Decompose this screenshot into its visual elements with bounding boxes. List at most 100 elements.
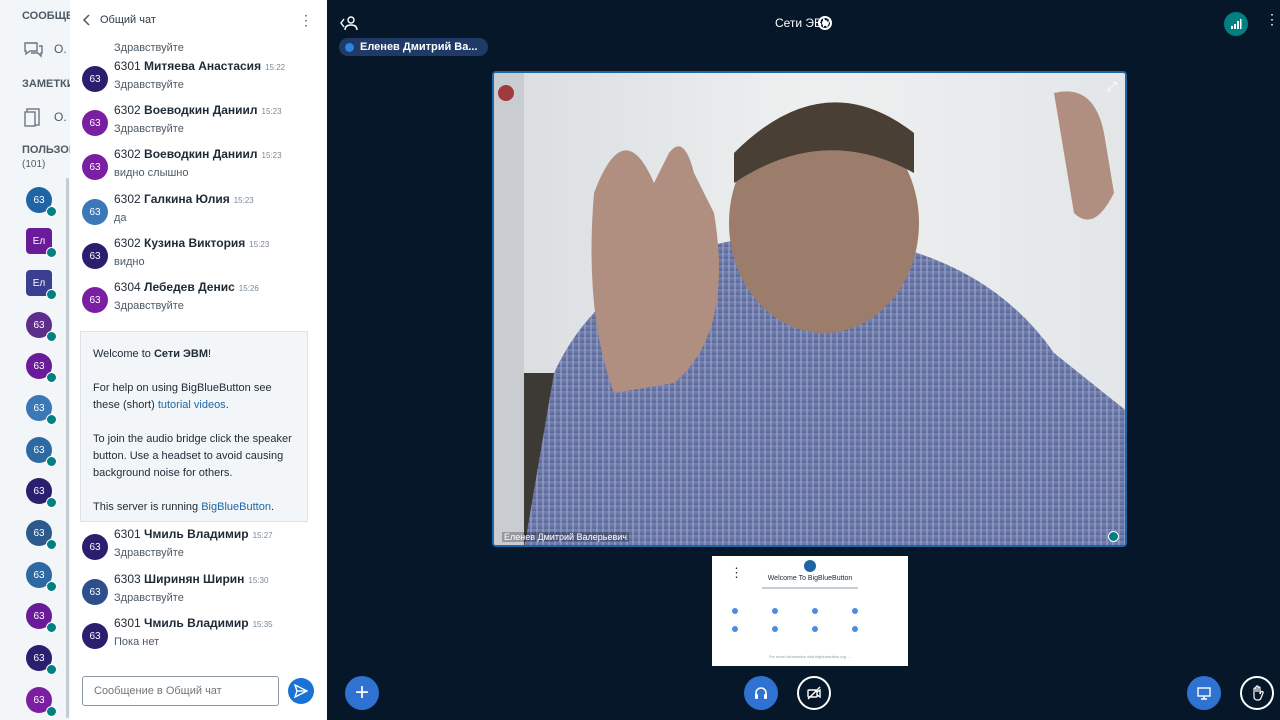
connection-status-button[interactable] <box>1224 12 1248 36</box>
chat-sender: 6302 Галкина Юлия 15:23 <box>114 192 254 206</box>
slide-feature-icon <box>812 608 818 614</box>
sender-name: Кузина Виктория <box>144 236 246 250</box>
chat-header: Общий чат ⋮ <box>70 0 327 40</box>
webcam-mic-icon <box>1108 531 1119 542</box>
public-chat-item[interactable]: О. <box>22 38 67 60</box>
send-message-button[interactable] <box>288 678 314 704</box>
shared-notes-label: О. <box>54 110 67 124</box>
webcam-button[interactable] <box>797 676 831 710</box>
sender-name: Чмиль Владимир <box>144 616 249 630</box>
slide-title: Welcome To BigBlueButton <box>767 575 853 582</box>
raise-hand-button[interactable] <box>1240 676 1274 710</box>
chat-sender: 6302 Воеводкин Даниил 15:23 <box>114 147 282 161</box>
chevron-left-icon[interactable] <box>82 14 92 26</box>
chat-avatar: 63 <box>82 287 108 313</box>
notes-header: ЗАМЕТКИ <box>22 78 70 90</box>
message-time: 15:22 <box>265 63 286 72</box>
shared-notes-item[interactable]: О. <box>22 106 67 128</box>
user-mic-icon <box>46 581 57 592</box>
messages-header: СООБЩЕН <box>22 10 70 22</box>
chat-title[interactable]: Общий чат <box>100 14 156 26</box>
user-avatar[interactable]: 63 <box>26 395 57 425</box>
bigbluebutton-link[interactable]: BigBlueButton <box>201 501 271 513</box>
options-menu-icon[interactable]: ⋮ <box>1265 12 1279 26</box>
hand-icon <box>1253 685 1264 701</box>
sender-group: 6301 <box>114 59 141 73</box>
webcam-video[interactable]: Еленев Дмитрий Валерьевич ⤢ <box>492 71 1127 547</box>
welcome-line-4: This server is running BigBlueButton. <box>93 499 295 516</box>
user-avatar[interactable]: 63 <box>26 187 57 217</box>
user-avatar[interactable]: 63 <box>26 603 57 633</box>
server-text: This server is running <box>93 501 202 513</box>
chat-avatar: 63 <box>82 579 108 605</box>
welcome-line-2: For help on using BigBlueButton see thes… <box>93 380 295 414</box>
chat-sender: 6301 Митяева Анастасия 15:22 <box>114 59 285 73</box>
audio-button[interactable] <box>744 676 778 710</box>
slide-subtitle-line <box>762 587 858 589</box>
welcome-suffix: ! <box>208 348 212 360</box>
record-indicator[interactable] <box>818 16 832 30</box>
chat-icon <box>24 42 43 58</box>
user-mic-icon <box>46 497 57 508</box>
chat-avatar: 63 <box>82 66 108 92</box>
fullscreen-icon[interactable]: ⤢ <box>1107 79 1117 95</box>
message-text: Здравствуйте <box>114 592 184 604</box>
plus-icon: + <box>354 679 369 706</box>
user-mic-icon <box>46 622 57 633</box>
message-time: 15:30 <box>248 576 269 585</box>
user-avatar[interactable]: 63 <box>26 520 57 550</box>
camera-off-icon <box>807 686 821 700</box>
chat-avatar: 63 <box>82 110 108 136</box>
welcome-message: Welcome to Сети ЭВМ! For help on using B… <box>80 331 308 522</box>
message-time: 15:23 <box>233 196 254 205</box>
user-mic-icon <box>46 414 57 425</box>
chat-panel: Общий чат ⋮ Здравствуйте 63 6301 Митяева … <box>70 0 383 720</box>
slide-footer: For more information visit bigbluebutton… <box>768 654 852 659</box>
server-suffix: . <box>270 501 274 513</box>
user-avatar[interactable]: 63 <box>26 562 57 592</box>
send-icon <box>294 684 308 698</box>
sender-group: 6302 <box>114 147 141 161</box>
user-avatar[interactable]: 63 <box>26 437 57 467</box>
presentation-icon <box>1197 687 1211 700</box>
public-chat-label: О. <box>54 42 67 56</box>
chat-sender: 6301 Чмиль Владимир 15:27 <box>114 527 273 541</box>
user-avatar[interactable]: 63 <box>26 687 57 717</box>
users-header: ПОЛЬЗОВ <box>22 144 70 156</box>
sender-group: 6302 <box>114 236 141 250</box>
user-mic-icon <box>46 539 57 550</box>
user-avatar[interactable]: 63 <box>26 645 57 675</box>
sender-name: Галкина Юлия <box>144 192 230 206</box>
sender-group: 6301 <box>114 616 141 630</box>
actions-button[interactable]: + <box>345 676 379 710</box>
user-avatar[interactable]: 63 <box>26 312 57 342</box>
tutorial-videos-link[interactable]: tutorial videos <box>158 399 226 411</box>
talking-indicator[interactable]: Еленев Дмитрий Ва... <box>339 38 488 56</box>
presentation-slide[interactable]: ⋮ Welcome To BigBlueButton For more info… <box>712 556 908 666</box>
webcam-username[interactable]: Еленев Дмитрий Валерьевич <box>502 532 629 542</box>
chat-message-partial: Здравствуйте <box>114 42 184 54</box>
message-text: Пока нет <box>114 636 160 648</box>
user-avatar[interactable]: 63 <box>26 478 57 508</box>
message-text: да <box>114 212 127 224</box>
chat-options-icon[interactable]: ⋮ <box>299 13 313 27</box>
record-icon <box>822 20 828 26</box>
chat-message-input[interactable] <box>82 676 279 706</box>
presentation-toggle-button[interactable] <box>1187 676 1221 710</box>
message-text: Здравствуйте <box>114 547 184 559</box>
message-text: Здравствуйте <box>114 123 184 135</box>
user-list-scrollbar[interactable] <box>66 178 69 718</box>
left-sidebar: СООБЩЕН О. ЗАМЕТКИ О. ПОЛЬЗОВ (101) 63 Ел… <box>0 0 70 720</box>
user-avatar[interactable]: Ел <box>26 270 57 300</box>
user-mic-icon <box>46 664 57 675</box>
sender-name: Воеводкин Даниил <box>144 103 258 117</box>
sender-name: Митяева Анастасия <box>144 59 262 73</box>
user-avatar[interactable]: Ел <box>26 228 57 258</box>
slide-feature-icon <box>772 626 778 632</box>
message-text: Здравствуйте <box>114 79 184 91</box>
chat-avatar: 63 <box>82 243 108 269</box>
chat-avatar: 63 <box>82 534 108 560</box>
user-avatar[interactable]: 63 <box>26 353 57 383</box>
chat-sender: 6301 Чмиль Владимир 15:35 <box>114 616 273 630</box>
user-mic-icon <box>46 331 57 342</box>
